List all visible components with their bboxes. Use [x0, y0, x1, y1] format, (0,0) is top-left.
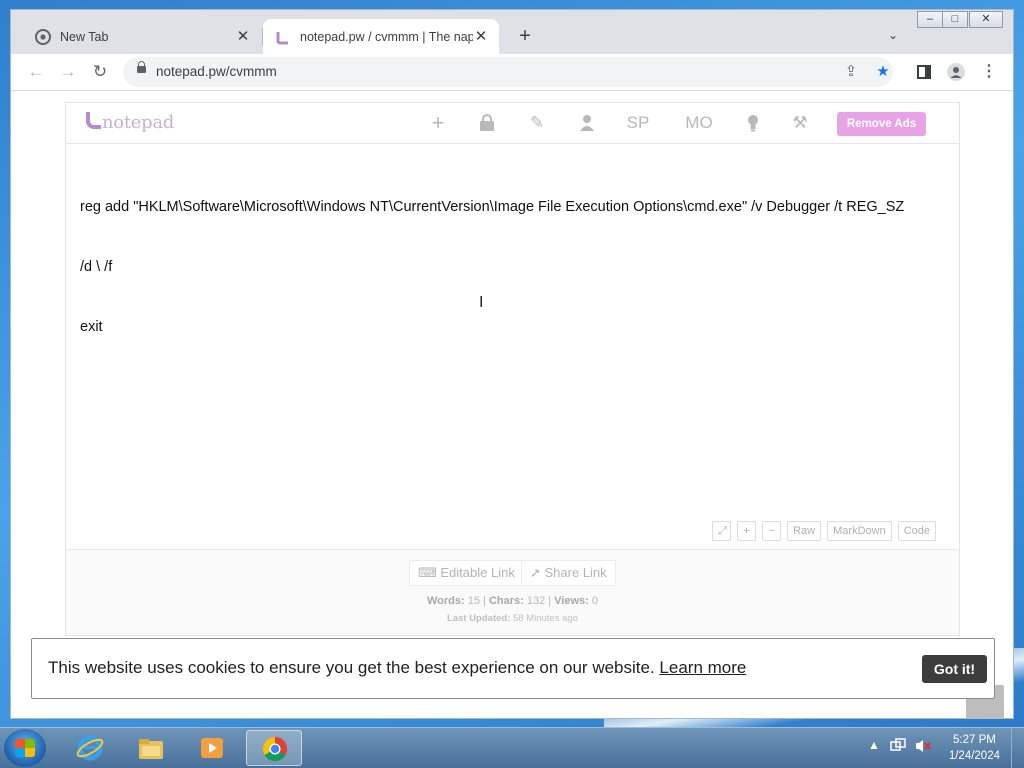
tab-search-chevron-icon[interactable]: ⌄ — [885, 28, 901, 44]
remove-ads-button[interactable]: Remove Ads — [837, 112, 926, 136]
internet-explorer-icon — [76, 735, 104, 761]
views-count: 0 — [591, 595, 599, 607]
code-button[interactable]: Code — [897, 521, 936, 541]
sp-button[interactable]: SP — [626, 112, 650, 134]
menu-kebab-icon[interactable]: ⋮ — [977, 60, 1001, 84]
start-button[interactable] — [4, 729, 46, 767]
editable-link-button[interactable]: ⌨ Editable Link — [409, 560, 524, 586]
browser-window: New Tab ✕ notepad.pw / cvmmm | The napki… — [10, 9, 1014, 719]
font-decrease-icon[interactable]: − — [762, 521, 782, 541]
maximize-button[interactable]: □ — [942, 11, 968, 28]
notepad-footer: ⌨ Editable Link ➚ Share Link Words: 15 |… — [66, 549, 959, 635]
lightbulb-icon[interactable] — [744, 112, 762, 134]
volume-muted-icon[interactable] — [914, 738, 932, 757]
new-tab-button[interactable]: + — [514, 26, 536, 48]
editable-link-label: Editable Link — [440, 565, 515, 580]
share-icon[interactable]: ⇪ — [841, 62, 861, 82]
views-label: Views: — [554, 595, 589, 607]
notepad-container: notepad + ✎ SP MO ⚒ Remove Ads reg add "… — [65, 102, 960, 636]
chrome-icon — [35, 28, 51, 45]
cookie-text: This website uses cookies to ensure you … — [48, 658, 655, 677]
taskbar: ▲ 5:27 PM 1/24/2024 — [0, 727, 1024, 768]
clock-time: 5:27 PM — [953, 734, 996, 746]
address-bar[interactable]: notepad.pw/cvmmm ⇪ ★ — [123, 57, 893, 87]
tab-new-tab[interactable]: New Tab ✕ — [23, 19, 261, 54]
share-link-button[interactable]: ➚ Share Link — [521, 560, 616, 586]
expand-icon[interactable]: ⤢ — [712, 521, 732, 541]
chars-count: 132 — [526, 595, 546, 607]
lock-note-icon[interactable] — [476, 112, 498, 134]
clock-date: 1/24/2024 — [948, 750, 1000, 762]
taskbar-file-explorer[interactable] — [123, 730, 179, 766]
text-cursor-icon: I — [479, 294, 484, 311]
url-text[interactable]: notepad.pw/cvmmm — [156, 64, 277, 79]
profile-avatar-icon[interactable] — [944, 60, 968, 84]
close-window-button[interactable]: ✕ — [969, 11, 1003, 28]
mo-button[interactable]: MO — [683, 112, 715, 134]
note-line: exit — [80, 319, 103, 335]
learn-more-link[interactable]: Learn more — [659, 658, 746, 677]
chars-label: Chars: — [488, 595, 524, 607]
notepad-favicon-icon — [276, 31, 288, 44]
side-panel-icon[interactable] — [912, 60, 936, 84]
reload-icon[interactable]: ↻ — [88, 60, 112, 84]
tab-strip: New Tab ✕ notepad.pw / cvmmm | The napki… — [11, 10, 1013, 54]
lock-icon[interactable] — [137, 61, 146, 73]
forward-arrow-icon[interactable]: → — [56, 60, 80, 84]
tools-icon[interactable]: ⚒ — [789, 112, 811, 134]
share-link-label: Share Link — [544, 565, 607, 580]
font-increase-icon[interactable]: + — [737, 521, 757, 541]
last-updated-label: Last Updated: — [447, 613, 511, 624]
share-arrow-icon: ➚ — [530, 565, 545, 580]
notepad-header: notepad + ✎ SP MO ⚒ Remove Ads — [66, 103, 959, 144]
new-note-plus-icon[interactable]: + — [428, 112, 448, 134]
last-updated: Last Updated: 58 Minutes ago — [66, 613, 959, 624]
network-icon[interactable] — [890, 738, 906, 757]
media-player-icon — [201, 738, 223, 758]
taskbar-internet-explorer[interactable] — [62, 730, 118, 766]
minimize-button[interactable]: – — [917, 11, 943, 28]
note-line: reg add "HKLM\Software\Microsoft\Windows… — [80, 199, 905, 215]
words-count: 15 — [467, 595, 480, 607]
logo-mark-icon — [86, 112, 101, 129]
taskbar-media-player[interactable] — [184, 730, 240, 766]
show-desktop-button[interactable] — [1011, 728, 1024, 768]
close-tab-icon[interactable]: ✕ — [473, 28, 489, 45]
taskbar-chrome[interactable] — [246, 730, 302, 766]
page-viewport: notepad + ✎ SP MO ⚒ Remove Ads reg add "… — [11, 91, 1013, 719]
raw-button[interactable]: Raw — [787, 521, 822, 541]
system-clock[interactable]: 5:27 PM 1/24/2024 — [949, 732, 1000, 764]
cookie-message: This website uses cookies to ensure you … — [48, 658, 746, 678]
note-stats: Words: 15 | Chars: 132 | Views: 0 — [426, 595, 599, 607]
notepad-logo[interactable]: notepad — [86, 112, 174, 133]
markdown-button[interactable]: MarkDown — [827, 521, 892, 541]
tab-title: notepad.pw / cvmmm | The napkin — [300, 29, 473, 44]
folder-icon — [139, 739, 163, 759]
edit-pencil-icon[interactable]: ✎ — [526, 112, 548, 134]
browser-toolbar: ← → ↻ notepad.pw/cvmmm ⇪ ★ ⋮ — [11, 54, 1013, 91]
format-toolbar: ⤢ + − Raw MarkDown Code — [712, 521, 936, 541]
cookie-banner: This website uses cookies to ensure you … — [31, 638, 995, 699]
user-icon[interactable] — [576, 112, 598, 134]
note-line: /d \ /f — [80, 259, 113, 275]
note-text-area[interactable]: reg add "HKLM\Software\Microsoft\Windows… — [80, 157, 942, 377]
keyboard-icon: ⌨ — [418, 565, 441, 580]
words-label: Words: — [426, 595, 465, 607]
got-it-button[interactable]: Got it! — [922, 655, 987, 683]
back-arrow-icon[interactable]: ← — [24, 60, 48, 84]
logo-text: notepad — [102, 112, 174, 133]
chrome-app-icon — [262, 737, 288, 762]
last-updated-value: 58 Minutes ago — [513, 613, 578, 624]
bookmark-star-icon[interactable]: ★ — [873, 62, 893, 82]
show-hidden-icons-icon[interactable]: ▲ — [868, 738, 880, 752]
tab-title: New Tab — [60, 29, 109, 44]
tab-notepad[interactable]: notepad.pw / cvmmm | The napkin ✕ — [263, 19, 499, 54]
close-tab-icon[interactable]: ✕ — [235, 28, 251, 45]
